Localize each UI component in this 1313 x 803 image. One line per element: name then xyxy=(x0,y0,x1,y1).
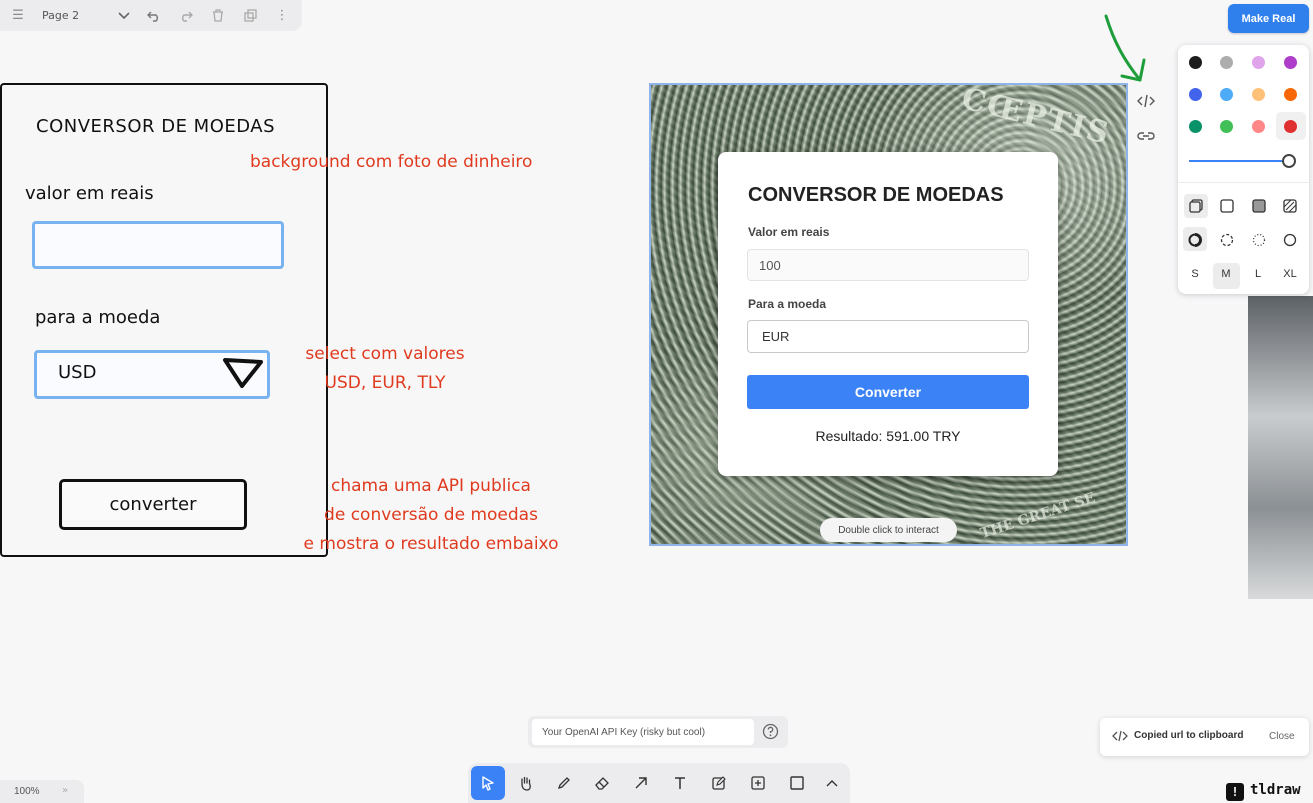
minimap-toggle-icon[interactable]: » xyxy=(62,785,68,796)
color-swatch[interactable] xyxy=(1189,88,1202,101)
color-swatch[interactable] xyxy=(1189,120,1202,133)
code-icon[interactable] xyxy=(1136,92,1156,110)
redo-icon[interactable] xyxy=(178,8,194,24)
fill-pattern-icon[interactable] xyxy=(1283,199,1297,213)
help-icon[interactable] xyxy=(762,723,779,740)
dash-dashed-icon[interactable] xyxy=(1220,233,1234,247)
link-icon[interactable] xyxy=(1136,127,1156,145)
size-s-option[interactable]: S xyxy=(1185,268,1205,280)
currency-select[interactable]: EUR xyxy=(747,320,1029,353)
wireframe-label-value: valor em reais xyxy=(25,183,154,204)
duplicate-icon[interactable] xyxy=(242,8,258,24)
brand-name[interactable]: tldraw xyxy=(1250,782,1301,798)
size-xl-option[interactable]: XL xyxy=(1280,268,1300,280)
green-arrow-annotation[interactable] xyxy=(1098,12,1154,88)
arrow-tool-icon[interactable] xyxy=(624,766,658,800)
wireframe-title: CONVERSOR DE MOEDAS xyxy=(36,116,276,137)
color-swatch[interactable] xyxy=(1284,56,1297,69)
image-tool-icon[interactable] xyxy=(741,766,775,800)
eraser-tool-icon[interactable] xyxy=(585,766,619,800)
converter-card: CONVERSOR DE MOEDAS Valor em reais 100 P… xyxy=(718,152,1058,476)
opacity-slider-track[interactable] xyxy=(1189,160,1289,162)
chevron-up-icon[interactable] xyxy=(815,766,849,800)
page-name[interactable]: Page 2 xyxy=(42,9,104,22)
dash-draw-icon[interactable] xyxy=(1188,233,1202,247)
tldraw-logo-icon[interactable]: ! xyxy=(1226,783,1244,801)
dash-dotted-icon[interactable] xyxy=(1252,233,1266,247)
size-l-option[interactable]: L xyxy=(1248,268,1268,280)
annotation-api[interactable]: chama uma API publica de conversão de mo… xyxy=(264,472,598,559)
fill-none-icon[interactable] xyxy=(1189,199,1203,213)
partial-image-shape[interactable] xyxy=(1248,296,1313,599)
color-swatch[interactable] xyxy=(1252,88,1265,101)
interact-hint: Double click to interact xyxy=(820,518,957,542)
chevron-down-icon[interactable] xyxy=(116,8,132,24)
menu-icon[interactable]: ☰ xyxy=(10,8,26,24)
color-swatch[interactable] xyxy=(1252,120,1265,133)
hand-tool-icon[interactable] xyxy=(509,766,543,800)
code-icon xyxy=(1112,730,1128,742)
color-swatch[interactable] xyxy=(1220,120,1233,133)
toast-message: Copied url to clipboard xyxy=(1134,730,1244,741)
color-swatch[interactable] xyxy=(1284,120,1297,133)
wireframe-select-value: USD xyxy=(58,362,97,383)
panel-divider xyxy=(1178,182,1309,183)
fill-solid-icon[interactable] xyxy=(1252,199,1266,213)
wireframe-convert-button[interactable]: converter xyxy=(59,479,247,530)
card-label-value: Valor em reais xyxy=(748,225,830,239)
annotation-api-line1: chama uma API publica xyxy=(331,476,531,496)
trash-icon[interactable] xyxy=(210,8,226,24)
convert-button[interactable]: Converter xyxy=(747,375,1029,409)
annotation-api-line3: e mostra o resultado embaixo xyxy=(303,534,559,554)
wireframe-input[interactable] xyxy=(32,221,284,269)
size-m-option[interactable]: M xyxy=(1216,268,1236,280)
note-tool-icon[interactable] xyxy=(702,766,736,800)
fill-semi-icon[interactable] xyxy=(1220,199,1234,213)
toast-close-button[interactable]: Close xyxy=(1269,731,1295,742)
undo-icon[interactable] xyxy=(146,8,162,24)
color-swatch[interactable] xyxy=(1220,88,1233,101)
annotation-api-line2: de conversão de moedas xyxy=(324,505,538,525)
annotation-select-line1: select com valores xyxy=(305,344,465,364)
wireframe-label-currency: para a moeda xyxy=(35,307,161,328)
color-swatch[interactable] xyxy=(1220,56,1233,69)
more-icon[interactable]: ⋮ xyxy=(274,8,290,24)
zoom-level[interactable]: 100% xyxy=(14,786,40,797)
rectangle-tool-icon[interactable] xyxy=(780,766,814,800)
annotation-select-line2: USD, EUR, TLY xyxy=(324,373,446,393)
color-swatch[interactable] xyxy=(1189,56,1202,69)
conversion-result: Resultado: 591.00 TRY xyxy=(815,428,961,444)
text-tool-icon[interactable] xyxy=(663,766,697,800)
amount-input[interactable]: 100 xyxy=(747,249,1029,281)
annotation-select[interactable]: select com valores USD, EUR, TLY xyxy=(282,340,488,398)
dash-solid-icon[interactable] xyxy=(1283,233,1297,247)
select-tool-icon[interactable] xyxy=(471,766,505,800)
zoom-controls xyxy=(0,780,84,803)
card-title: CONVERSOR DE MOEDAS xyxy=(748,184,1004,206)
page-menu-bar: ☰ Page 2 ⋮ xyxy=(0,0,302,31)
annotation-background[interactable]: background com foto de dinheiro xyxy=(250,148,532,177)
api-key-input[interactable]: Your OpenAI API Key (risky but cool) xyxy=(532,719,754,745)
draw-tool-icon[interactable] xyxy=(547,766,581,800)
color-swatch[interactable] xyxy=(1252,56,1265,69)
make-real-button[interactable]: Make Real xyxy=(1228,4,1309,33)
dropdown-triangle-icon xyxy=(223,358,263,388)
style-panel: S M L XL xyxy=(1178,45,1309,294)
opacity-slider-thumb[interactable] xyxy=(1282,154,1296,168)
card-label-currency: Para a moeda xyxy=(748,297,827,311)
color-swatch[interactable] xyxy=(1284,88,1297,101)
